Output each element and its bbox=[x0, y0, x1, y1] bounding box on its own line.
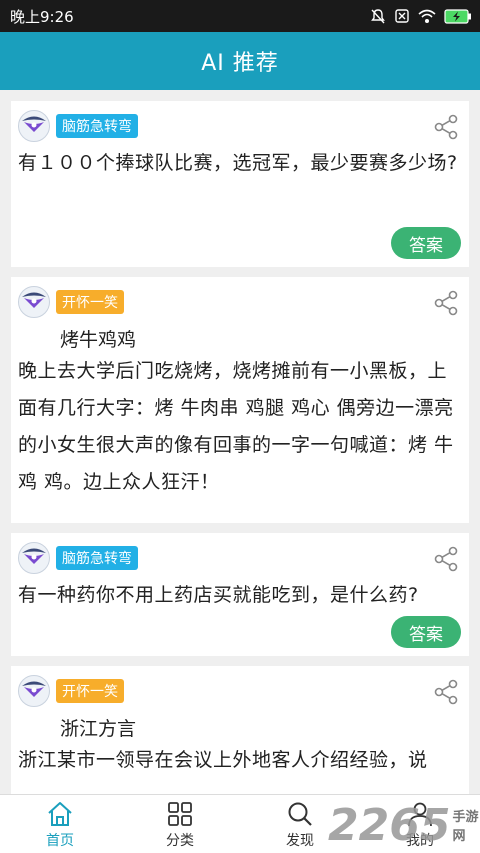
riddle-question: 有一种药你不用上药店买就能吃到，是什么药? bbox=[18, 584, 419, 606]
joke-title: 烤牛鸡鸡 bbox=[60, 329, 137, 351]
avatar bbox=[18, 675, 50, 707]
riddle-card[interactable]: 脑筋急转弯 有１００个捧球队比赛，选冠军，最少要赛多少场? 答案 bbox=[11, 101, 469, 267]
riddle-card[interactable]: 脑筋急转弯 有一种药你不用上药店买就能吃到，是什么药? 答案 bbox=[11, 533, 469, 656]
watermark-brand: 2265 bbox=[328, 799, 451, 851]
avatar bbox=[18, 286, 50, 318]
tab-label: 发现 bbox=[286, 833, 314, 849]
category-tag[interactable]: 开怀一笑 bbox=[56, 679, 124, 703]
category-tag[interactable]: 脑筋急转弯 bbox=[56, 546, 138, 570]
joke-title: 浙江方言 bbox=[60, 718, 137, 740]
sim-off-icon bbox=[394, 8, 410, 24]
site-watermark: 2265 手游网 bbox=[328, 797, 480, 853]
share-icon[interactable] bbox=[433, 679, 459, 705]
watermark-sub: 手游网 bbox=[452, 810, 479, 844]
recommend-feed[interactable]: 脑筋急转弯 有１００个捧球队比赛，选冠军，最少要赛多少场? 答案 开怀一笑 烤牛… bbox=[0, 90, 480, 794]
category-tag[interactable]: 开怀一笑 bbox=[56, 290, 124, 314]
app-header: AI 推荐 bbox=[0, 32, 480, 90]
answer-button[interactable]: 答案 bbox=[391, 227, 461, 259]
category-tag[interactable]: 脑筋急转弯 bbox=[56, 114, 138, 138]
tab-label: 分类 bbox=[166, 833, 194, 849]
home-icon bbox=[46, 801, 74, 830]
avatar bbox=[18, 542, 50, 574]
status-time: 晚上9:26 bbox=[10, 7, 74, 26]
share-icon[interactable] bbox=[433, 290, 459, 316]
riddle-question: 有１００个捧球队比赛，选冠军，最少要赛多少场? bbox=[18, 152, 458, 174]
joke-text: 晚上去大学后门吃烧烤，烧烤摊前有一小黑板，上面有几行大字：烤 牛肉串 鸡腿 鸡心… bbox=[18, 360, 454, 493]
wifi-icon bbox=[418, 9, 436, 24]
battery-charging-icon bbox=[444, 8, 472, 24]
page-title: AI 推荐 bbox=[201, 51, 279, 76]
status-icons bbox=[370, 8, 472, 24]
share-icon[interactable] bbox=[433, 114, 459, 140]
grid-icon bbox=[166, 801, 194, 830]
joke-card[interactable]: 开怀一笑 浙江方言 浙江某市一领导在会议上外地客人介绍经验，说 bbox=[11, 666, 469, 794]
tab-label: 首页 bbox=[46, 833, 74, 849]
status-bar: 晚上9:26 bbox=[0, 0, 480, 32]
avatar bbox=[18, 110, 50, 142]
mute-bell-icon bbox=[370, 8, 386, 24]
share-icon[interactable] bbox=[433, 546, 459, 572]
joke-text: 浙江某市一领导在会议上外地客人介绍经验，说 bbox=[18, 749, 428, 771]
tab-home[interactable]: 首页 bbox=[0, 795, 120, 853]
answer-button[interactable]: 答案 bbox=[391, 616, 461, 648]
tab-category[interactable]: 分类 bbox=[120, 795, 240, 853]
search-icon bbox=[286, 801, 314, 830]
joke-card[interactable]: 开怀一笑 烤牛鸡鸡 晚上去大学后门吃烧烤，烧烤摊前有一小黑板，上面有几行大字：烤… bbox=[11, 277, 469, 523]
